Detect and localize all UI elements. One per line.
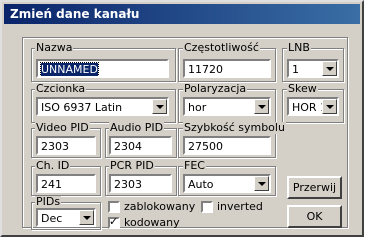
inverted-label: inverted [217, 200, 263, 213]
title-bar: Zmień dane kanału [4, 4, 360, 24]
nazwa-value: UNNAMED [40, 62, 99, 76]
lnb-value: 1 [292, 63, 299, 76]
szybkosc-label: Szybkość symbolu [183, 121, 286, 134]
zablokowany-checkbox[interactable] [108, 201, 120, 213]
kodowany-checkbox[interactable] [108, 215, 120, 229]
czcionka-value: ISO 6937 Latin [41, 101, 123, 114]
kodowany-label: kodowany [124, 216, 180, 229]
pids-label: PIDs [35, 195, 62, 208]
polaryzacja-label: Polaryzacja [183, 82, 248, 95]
video-pid-input[interactable]: 2303 [36, 136, 96, 155]
lnb-label: LNB [287, 41, 311, 54]
ch-id-input[interactable]: 241 [36, 174, 96, 193]
zablokowany-label: zablokowany [124, 200, 196, 213]
czestotliwosc-input[interactable]: 11720 [183, 59, 271, 78]
chevron-down-icon[interactable] [322, 99, 337, 114]
inverted-checkbox[interactable] [201, 201, 213, 213]
przerwij-button[interactable]: Przerwij [287, 176, 342, 199]
audio-pid-label: Audio PID [109, 121, 165, 134]
dialog-window: Zmień dane kanału Nazwa UNNAMED Częstotl… [0, 0, 364, 237]
chevron-down-icon[interactable] [254, 99, 269, 114]
fec-label: FEC [183, 159, 206, 172]
lnb-select[interactable]: 1 [287, 59, 339, 78]
audio-pid-input[interactable]: 2304 [109, 136, 172, 155]
skew-select[interactable]: HOR 1 [287, 97, 339, 116]
chevron-down-icon[interactable] [152, 99, 167, 114]
video-pid-label: Video PID [35, 121, 90, 134]
pids-value: Dec [41, 212, 63, 225]
chevron-down-icon[interactable] [79, 210, 94, 225]
fec-select[interactable]: Auto [183, 174, 271, 193]
czcionka-label: Czcionka [35, 82, 87, 95]
ok-button[interactable]: OK [287, 205, 342, 228]
skew-label: Skew [287, 82, 318, 95]
polaryzacja-select[interactable]: hor [183, 97, 271, 116]
nazwa-label: Nazwa [35, 41, 74, 54]
czcionka-select[interactable]: ISO 6937 Latin [36, 97, 169, 116]
polaryzacja-value: hor [188, 101, 207, 114]
fec-value: Auto [188, 178, 214, 191]
pcr-pid-label: PCR PID [109, 159, 155, 172]
pids-select[interactable]: Dec [36, 208, 96, 227]
pcr-pid-input[interactable]: 2303 [109, 174, 172, 193]
nazwa-input[interactable]: UNNAMED [36, 59, 169, 78]
ch-id-label: Ch. ID [35, 159, 71, 172]
szybkosc-input[interactable]: 27500 [183, 136, 271, 155]
czestotliwosc-label: Częstotliwość [183, 41, 260, 54]
chevron-down-icon[interactable] [322, 61, 337, 76]
chevron-down-icon[interactable] [254, 176, 269, 191]
